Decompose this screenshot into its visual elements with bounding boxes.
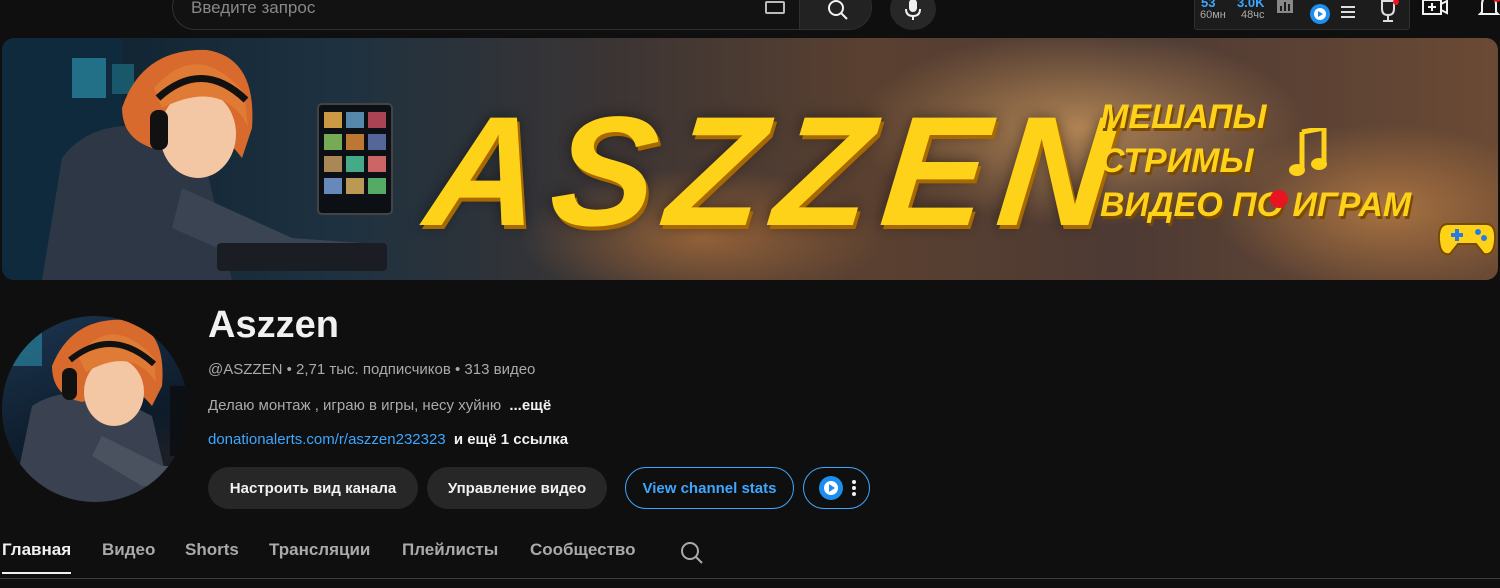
meta-separator: •	[454, 361, 465, 378]
channel-banner: ASZZEN МЕШАПЫ СТРИМЫ ВИДЕО ПО ИГРАМ	[2, 38, 1498, 280]
search-bar	[172, 0, 872, 30]
stat-label-period1: 60мн	[1200, 9, 1226, 21]
channel-search-icon[interactable]	[680, 541, 704, 565]
tab-playlists[interactable]: Плейлисты	[402, 540, 498, 572]
channel-handle: @ASZZEN	[208, 361, 283, 378]
microphone-icon	[905, 0, 921, 20]
tab-shorts[interactable]: Shorts	[185, 540, 239, 572]
channel-meta: @ASZZEN • 2,71 тыс. подписчиков • 313 ви…	[208, 361, 535, 378]
trophy-icon[interactable]	[1377, 0, 1399, 25]
banner-gamer-illustration	[2, 38, 393, 280]
tab-community[interactable]: Сообщество	[530, 540, 636, 572]
stats-widget[interactable]: 53 60мн 3.0K 48чс	[1194, 0, 1410, 30]
view-channel-stats-button[interactable]: View channel stats	[625, 467, 794, 509]
customize-channel-button[interactable]: Настроить вид канала	[208, 467, 418, 509]
extension-logo-icon	[1310, 4, 1330, 24]
banner-tagline-mashups: МЕШАПЫ	[1100, 98, 1267, 136]
music-note-icon	[1289, 128, 1327, 176]
voice-search-button[interactable]	[890, 0, 936, 30]
banner-tagline-game-videos: ВИДЕО ПО ИГРАМ	[1100, 186, 1412, 224]
keyboard-icon[interactable]	[765, 1, 785, 14]
video-count: 313 видео	[464, 361, 536, 378]
subscriber-count: 2,71 тыс. подписчиков	[296, 361, 451, 378]
search-input[interactable]	[191, 0, 731, 19]
channel-links: donationalerts.com/r/aszzen232323 и ещё …	[208, 431, 568, 448]
bar-chart-icon	[1277, 0, 1293, 13]
banner-tagline-streams: СТРИМЫ	[1100, 142, 1254, 180]
description-more-link[interactable]: ...ещё	[509, 397, 551, 414]
notifications-bell-icon[interactable]	[1478, 0, 1500, 18]
create-video-icon[interactable]	[1422, 0, 1448, 18]
description-text: Делаю монтаж , играю в игры, несу хуйню	[208, 397, 502, 414]
live-dot-icon	[1270, 190, 1288, 208]
extension-menu-button[interactable]	[803, 467, 870, 509]
tab-home[interactable]: Главная	[2, 540, 72, 574]
channel-tabs: Главная Видео Shorts Трансляции Плейлист…	[0, 533, 1500, 579]
gamepad-icon	[1438, 223, 1496, 256]
extension-logo-icon	[818, 476, 843, 500]
search-button[interactable]	[799, 0, 871, 29]
search-icon	[828, 0, 848, 20]
channel-description[interactable]: Делаю монтаж , играю в игры, несу хуйню …	[208, 397, 551, 414]
menu-icon[interactable]	[1341, 6, 1355, 18]
manage-videos-button[interactable]: Управление видео	[427, 467, 607, 509]
avatar-illustration	[12, 319, 188, 502]
banner-title: ASZZEN	[418, 85, 1134, 259]
tab-live[interactable]: Трансляции	[269, 540, 370, 572]
more-vertical-icon	[851, 480, 856, 496]
meta-separator: •	[286, 361, 296, 378]
donation-link[interactable]: donationalerts.com/r/aszzen232323	[208, 431, 446, 448]
stat-label-period2: 48чс	[1241, 9, 1265, 21]
channel-avatar[interactable]	[2, 316, 188, 502]
more-links-button[interactable]: и ещё 1 ссылка	[454, 431, 568, 448]
tab-videos[interactable]: Видео	[102, 540, 155, 572]
channel-name: Aszzen	[208, 304, 339, 346]
